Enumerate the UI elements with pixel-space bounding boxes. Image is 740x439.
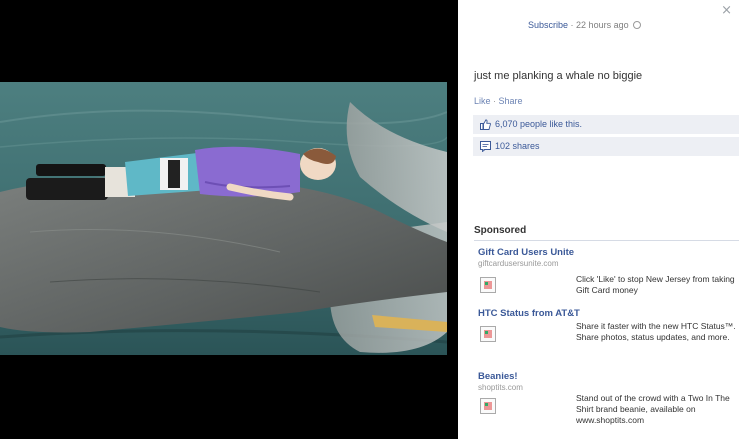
post-actions: Like · Share: [474, 96, 523, 106]
shares-count[interactable]: 102 shares: [495, 141, 540, 151]
ad-body: Click 'Like' to stop New Jersey from tak…: [576, 274, 735, 295]
post-timestamp[interactable]: 22 hours ago: [576, 20, 629, 30]
share-link[interactable]: Share: [499, 96, 523, 106]
ad-item[interactable]: HTC Status from AT&T Share it faster wit…: [478, 308, 738, 342]
photo-viewer: [0, 0, 458, 439]
post-meta: Subscribe · 22 hours ago: [528, 20, 642, 30]
whale-planking-photo: [0, 82, 447, 355]
ad-title[interactable]: Beanies!: [478, 371, 738, 382]
shares-row[interactable]: 102 shares: [473, 137, 739, 156]
likes-count[interactable]: 6,070 people like this.: [495, 119, 582, 129]
thumbs-up-icon: [480, 119, 491, 130]
subscribe-link[interactable]: Subscribe: [528, 20, 568, 30]
globe-icon: [633, 21, 642, 29]
post-photo[interactable]: [0, 82, 447, 355]
close-icon[interactable]: ×: [721, 3, 732, 18]
broken-image-icon[interactable]: [480, 277, 496, 293]
likes-row[interactable]: 6,070 people like this.: [473, 115, 739, 134]
sponsored-heading: Sponsored: [474, 225, 527, 236]
post-sidebar: × Subscribe · 22 hours ago just me plank…: [458, 0, 740, 439]
ad-domain[interactable]: shoptits.com: [478, 383, 738, 392]
share-icon: [480, 141, 491, 152]
post-caption: just me planking a whale no biggie: [474, 70, 643, 82]
sponsored-divider: [474, 240, 739, 241]
broken-image-icon[interactable]: [480, 398, 496, 414]
ad-domain[interactable]: giftcardusersunite.com: [478, 259, 738, 268]
ad-body: Share it faster with the new HTC Status™…: [576, 321, 736, 342]
ad-item[interactable]: Gift Card Users Unite giftcardusersunite…: [478, 247, 738, 295]
ad-body: Stand out of the crowd with a Two In The…: [576, 393, 730, 425]
broken-image-icon[interactable]: [480, 326, 496, 342]
like-link[interactable]: Like: [474, 96, 491, 106]
ad-item[interactable]: Beanies! shoptits.com Stand out of the c…: [478, 371, 738, 425]
ad-title[interactable]: Gift Card Users Unite: [478, 247, 738, 258]
ad-title[interactable]: HTC Status from AT&T: [478, 308, 738, 319]
